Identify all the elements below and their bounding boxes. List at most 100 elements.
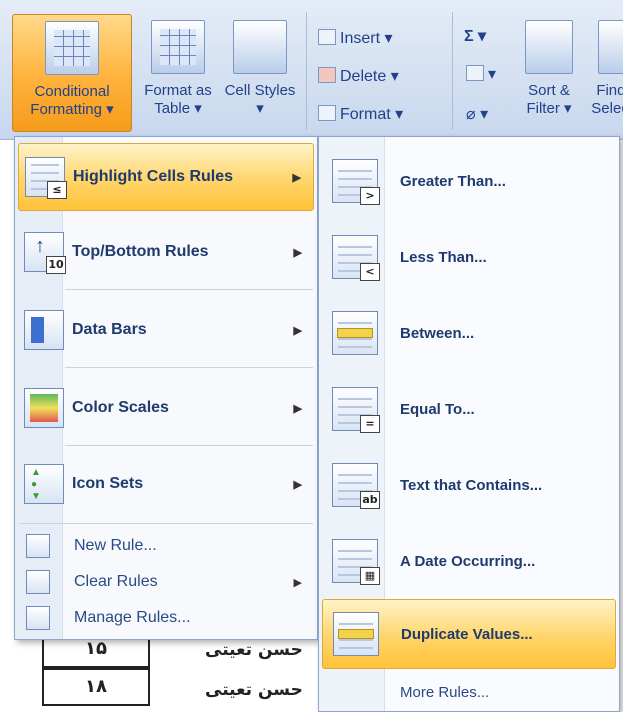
badge: ab bbox=[360, 491, 380, 509]
duplicate-values-icon bbox=[333, 612, 379, 656]
ribbon-separator bbox=[452, 12, 453, 130]
cell-number[interactable]: ۱۸ bbox=[42, 668, 150, 706]
submenu-item-less-than[interactable]: < Less Than... bbox=[322, 221, 616, 293]
menu-item-highlight-cells-rules[interactable]: ≤ Highlight Cells Rules ▶ bbox=[18, 143, 314, 211]
menu-item-top-bottom-rules[interactable]: 10 Top/Bottom Rules ▶ bbox=[18, 217, 314, 287]
menu-item-label: Highlight Cells Rules bbox=[73, 168, 234, 185]
cell-styles-button[interactable]: Cell Styles ▾ bbox=[224, 14, 296, 132]
submenu-item-more-rules[interactable]: More Rules... bbox=[322, 675, 616, 709]
find-select-label: Find & Select ▾ bbox=[591, 82, 623, 117]
submenu-item-label: Greater Than... bbox=[400, 172, 506, 190]
cell-styles-label: Cell Styles ▾ bbox=[224, 82, 296, 117]
submenu-item-between[interactable]: Between... bbox=[322, 297, 616, 369]
clear-button[interactable]: ⌀ ▾ bbox=[466, 104, 488, 124]
insert-label: Insert ▾ bbox=[340, 30, 393, 47]
greater-than-icon: > bbox=[332, 159, 380, 205]
format-as-table-button[interactable]: Format as Table ▾ bbox=[136, 14, 220, 132]
less-than-icon: < bbox=[332, 235, 380, 281]
manage-rules-icon bbox=[26, 606, 50, 630]
submenu-item-label: Equal To... bbox=[400, 400, 475, 418]
delete-button[interactable]: Delete ▾ bbox=[318, 66, 399, 86]
between-icon bbox=[332, 311, 378, 355]
submenu-arrow-icon: ▶ bbox=[293, 576, 302, 589]
cell-name[interactable]: حسن تعیتی bbox=[205, 640, 303, 660]
submenu-item-label: Between... bbox=[400, 324, 475, 342]
submenu-item-label: Duplicate Values... bbox=[401, 625, 533, 643]
submenu-item-equal-to[interactable]: = Equal To... bbox=[322, 373, 616, 445]
menu-item-color-scales[interactable]: Color Scales ▶ bbox=[18, 373, 314, 443]
menu-item-label: Manage Rules... bbox=[74, 609, 191, 626]
new-rule-icon bbox=[26, 534, 50, 558]
submenu-item-label: A Date Occurring... bbox=[400, 552, 536, 570]
equal-to-icon: = bbox=[332, 387, 380, 433]
badge: 10 bbox=[46, 256, 66, 274]
submenu-arrow-icon: ▶ bbox=[293, 478, 302, 491]
menu-item-label: Data Bars bbox=[72, 321, 147, 338]
format-button[interactable]: Format ▾ bbox=[318, 104, 403, 124]
ribbon-separator bbox=[306, 12, 307, 130]
text-contains-icon: ab bbox=[332, 463, 380, 509]
menu-item-icon-sets[interactable]: Icon Sets ▶ bbox=[18, 449, 314, 519]
fill-icon bbox=[466, 65, 484, 81]
conditional-formatting-label: Conditional Formatting ▾ bbox=[30, 83, 114, 118]
submenu-arrow-icon: ▶ bbox=[292, 171, 301, 184]
menu-item-label: Top/Bottom Rules bbox=[72, 243, 209, 260]
submenu-arrow-icon: ▶ bbox=[293, 402, 302, 415]
autosum-button[interactable]: Σ ▾ bbox=[464, 26, 486, 46]
format-as-table-icon bbox=[151, 20, 205, 74]
highlight-bar bbox=[337, 328, 373, 338]
fill-button[interactable]: ▾ bbox=[466, 64, 496, 84]
conditional-formatting-menu: ≤ Highlight Cells Rules ▶ 10 Top/Bottom … bbox=[14, 136, 318, 640]
delete-label: Delete ▾ bbox=[340, 68, 399, 85]
menu-item-manage-rules[interactable]: Manage Rules... bbox=[18, 601, 314, 635]
cell-styles-icon bbox=[233, 20, 287, 74]
submenu-arrow-icon: ▶ bbox=[293, 324, 302, 337]
sort-filter-button[interactable]: Sort & Filter ▾ bbox=[516, 14, 582, 132]
delete-icon bbox=[318, 67, 336, 83]
format-icon bbox=[318, 105, 336, 121]
data-bars-icon bbox=[24, 310, 64, 350]
submenu-item-greater-than[interactable]: > Greater Than... bbox=[322, 145, 616, 217]
icon-sets-icon bbox=[24, 464, 64, 504]
ribbon: Conditional Formatting ▾ Format as Table… bbox=[0, 0, 623, 140]
menu-item-data-bars[interactable]: Data Bars ▶ bbox=[18, 295, 314, 365]
submenu-item-a-date-occurring[interactable]: ▦ A Date Occurring... bbox=[322, 525, 616, 597]
highlight-cells-submenu: > Greater Than... < Less Than... Between… bbox=[318, 136, 620, 712]
submenu-item-duplicate-values[interactable]: Duplicate Values... bbox=[322, 599, 616, 669]
binoculars-icon bbox=[598, 20, 623, 74]
menu-item-label: Color Scales bbox=[72, 399, 169, 416]
top-bottom-icon: 10 bbox=[24, 232, 66, 274]
submenu-item-label: Less Than... bbox=[400, 248, 487, 266]
submenu-item-text-that-contains[interactable]: ab Text that Contains... bbox=[322, 449, 616, 521]
format-label: Format ▾ bbox=[340, 106, 404, 123]
date-occurring-icon: ▦ bbox=[332, 539, 380, 585]
badge: = bbox=[360, 415, 380, 433]
autosum-label: Σ ▾ bbox=[464, 28, 487, 45]
badge: ≤ bbox=[47, 181, 67, 199]
find-select-button[interactable]: Find & Select ▾ bbox=[588, 14, 623, 132]
conditional-formatting-icon bbox=[45, 21, 99, 75]
highlight-bar bbox=[338, 629, 374, 639]
sort-filter-icon bbox=[525, 20, 573, 74]
menu-item-label: Clear Rules bbox=[74, 573, 158, 590]
menu-item-label: Icon Sets bbox=[72, 475, 144, 492]
menu-divider bbox=[19, 523, 313, 524]
cell-name[interactable]: حسن تعیتی bbox=[205, 680, 303, 700]
menu-divider bbox=[65, 367, 313, 368]
badge: > bbox=[360, 187, 380, 205]
menu-item-clear-rules[interactable]: Clear Rules ▶ bbox=[18, 565, 314, 599]
submenu-item-label: Text that Contains... bbox=[400, 476, 543, 494]
color-scales-icon bbox=[24, 388, 64, 428]
menu-item-new-rule[interactable]: New Rule... bbox=[18, 529, 314, 563]
submenu-arrow-icon: ▶ bbox=[293, 246, 302, 259]
conditional-formatting-button[interactable]: Conditional Formatting ▾ bbox=[12, 14, 132, 132]
insert-button[interactable]: Insert ▾ bbox=[318, 28, 393, 48]
badge: ▦ bbox=[360, 567, 380, 585]
badge: < bbox=[360, 263, 380, 281]
sort-filter-label: Sort & Filter ▾ bbox=[526, 82, 572, 117]
clear-rules-icon bbox=[26, 570, 50, 594]
highlight-cells-icon: ≤ bbox=[25, 157, 67, 199]
menu-divider bbox=[65, 289, 313, 290]
menu-item-label: New Rule... bbox=[74, 537, 157, 554]
format-as-table-label: Format as Table ▾ bbox=[144, 82, 212, 117]
